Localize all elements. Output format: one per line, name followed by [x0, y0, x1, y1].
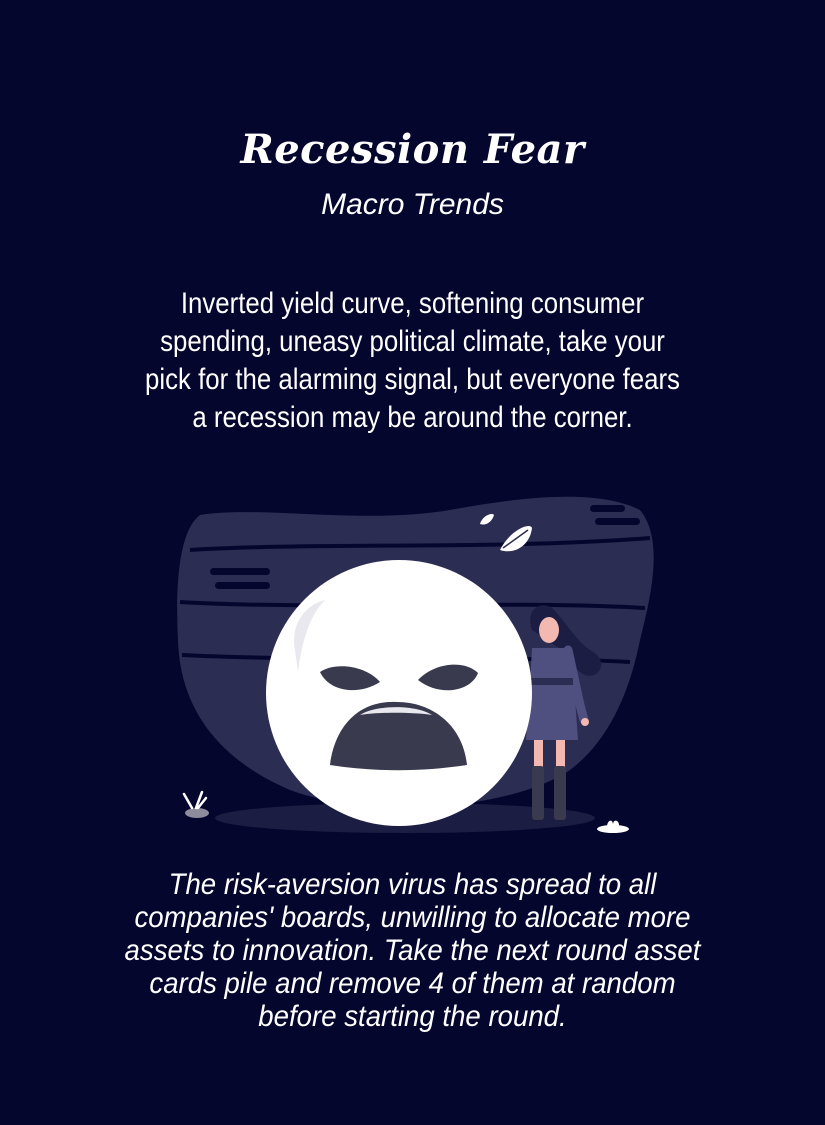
card-category: Macro Trends [321, 188, 504, 221]
card-description: Inverted yield curve, softening consumer… [145, 287, 680, 434]
plant-icon [182, 790, 209, 818]
recession-illustration [177, 496, 654, 833]
event-card: Recession Fear Macro Trends Inverted yie… [0, 0, 825, 1125]
sad-face-illustration [266, 560, 532, 826]
flower-icon [597, 820, 629, 833]
card-title: Recession Fear [240, 126, 585, 173]
card-effect: The risk-aversion virus has spread to al… [124, 868, 701, 1033]
